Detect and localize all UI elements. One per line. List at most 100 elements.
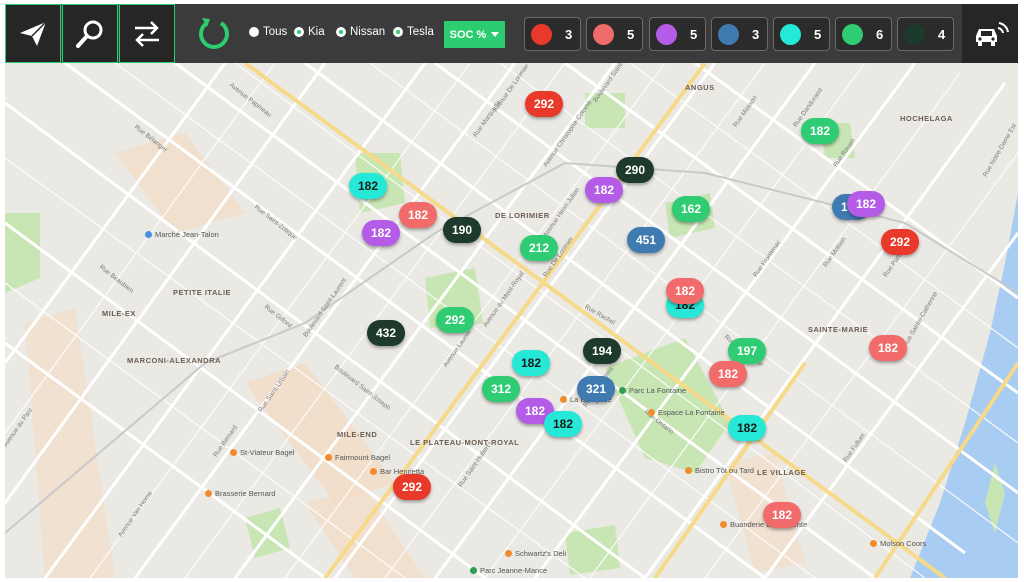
chevron-down-icon — [491, 32, 500, 37]
swap-arrows-icon — [135, 20, 159, 47]
neighborhood-label: SAINTE-MARIE — [808, 325, 869, 334]
charging-station-marker[interactable]: 182 — [869, 335, 907, 361]
filter-label: Nissan — [350, 26, 386, 38]
poi-name: Bistro Tôt ou Tard — [695, 466, 754, 475]
poi-pin-icon — [720, 521, 727, 528]
legend-count: 5 — [627, 26, 635, 42]
charging-station-marker[interactable]: 451 — [627, 227, 665, 253]
charging-station-marker[interactable]: 182 — [512, 350, 550, 376]
charging-station-marker[interactable]: 292 — [436, 307, 474, 333]
car-connected-button[interactable] — [962, 4, 1018, 63]
poi-name: Fairmount Bagel — [335, 453, 391, 462]
paper-plane-icon — [20, 20, 47, 46]
poi-pin-icon — [470, 567, 477, 574]
poi-name: St-Viateur Bagel — [240, 448, 295, 457]
legend-chip[interactable]: 6 — [835, 17, 892, 51]
poi-name: Marché Jean-Talon — [155, 230, 219, 239]
neighborhood-label: MILE-EX — [102, 309, 136, 318]
charging-station-marker[interactable]: 182 — [349, 173, 387, 199]
send-button[interactable] — [5, 4, 61, 63]
poi-pin-icon — [870, 540, 877, 547]
legend-color-dot — [656, 23, 677, 45]
charging-station-marker[interactable]: 182 — [666, 278, 704, 304]
poi-label[interactable]: Molson Coors — [870, 539, 926, 548]
soc-label: SOC % — [449, 28, 487, 41]
poi-label[interactable]: Espace La Fontaine — [648, 408, 725, 417]
filter-kia[interactable]: Kia — [294, 26, 325, 38]
neighborhood-label: PETITE ITALIE — [173, 288, 232, 297]
poi-label[interactable]: Parc La Fontaine — [619, 386, 686, 395]
poi-pin-icon — [325, 454, 332, 461]
poi-label[interactable]: Parc Jeanne-Mance — [470, 566, 547, 575]
charging-station-marker[interactable]: 182 — [399, 202, 437, 228]
legend-color-dot — [842, 23, 863, 45]
charging-station-marker[interactable]: 292 — [393, 474, 431, 500]
charging-station-marker[interactable]: 182 — [763, 502, 801, 528]
legend-color-dot — [904, 23, 925, 45]
poi-name: Parc Jeanne-Mance — [480, 566, 548, 575]
radio-dot — [294, 27, 304, 37]
swap-button[interactable] — [119, 4, 175, 63]
charging-station-marker[interactable]: 182 — [362, 220, 400, 246]
legend-chip[interactable]: 5 — [586, 17, 643, 51]
filter-tesla[interactable]: Tesla — [393, 26, 434, 38]
poi-name: Molson Coors — [880, 539, 927, 548]
charging-station-marker[interactable]: 292 — [525, 91, 563, 117]
charging-station-marker[interactable]: 182 — [585, 177, 623, 203]
poi-label[interactable]: Bistro Tôt ou Tard — [685, 466, 754, 475]
legend-chip[interactable]: 5 — [773, 17, 830, 51]
neighborhood-label: DE LORIMIER — [495, 211, 550, 220]
poi-pin-icon — [619, 387, 626, 394]
filter-nissan[interactable]: Nissan — [336, 26, 385, 38]
legend-chip[interactable]: 5 — [649, 17, 706, 51]
poi-pin-icon — [205, 490, 212, 497]
charging-station-marker[interactable]: 190 — [443, 217, 481, 243]
charging-station-marker[interactable]: 194 — [583, 338, 621, 364]
charging-station-marker[interactable]: 290 — [616, 157, 654, 183]
poi-label[interactable]: Brasserie Bernard — [205, 489, 275, 498]
poi-label[interactable]: Fairmount Bagel — [325, 453, 390, 462]
legend-count: 3 — [565, 26, 573, 42]
charging-station-marker[interactable]: 182 — [709, 361, 747, 387]
poi-name: Brasserie Bernard — [215, 489, 276, 498]
filter-tous[interactable]: Tous — [249, 26, 287, 38]
legend-color-dot — [593, 23, 614, 45]
charging-station-marker[interactable]: 212 — [520, 235, 558, 261]
filter-label: Kia — [308, 26, 325, 38]
poi-name: Espace La Fontaine — [658, 408, 725, 417]
soc-dropdown[interactable]: SOC % — [444, 21, 505, 48]
legend-count: 3 — [752, 26, 760, 42]
poi-pin-icon — [370, 468, 377, 475]
map-view[interactable]: ANGUS HOCHELAGA DE LORIMIER PETITE ITALIE MI… — [5, 63, 1018, 578]
neighborhood-label: LE PLATEAU-MONT-ROYAL — [410, 438, 520, 447]
poi-label[interactable]: Schwartz's Deli — [505, 549, 566, 558]
charging-station-marker[interactable]: 162 — [672, 196, 710, 222]
charging-station-marker[interactable]: 182 — [728, 415, 766, 441]
filter-label: Tesla — [407, 26, 434, 38]
poi-label[interactable]: Marché Jean-Talon — [145, 230, 219, 239]
charging-station-marker[interactable]: 182 — [801, 118, 839, 144]
neighborhood-label: MARCONI-ALEXANDRA — [127, 356, 221, 365]
charging-station-marker[interactable]: 432 — [367, 320, 405, 346]
neighborhood-label: LE VILLAGE — [757, 468, 807, 477]
charging-station-marker[interactable]: 182 — [544, 411, 582, 437]
legend-chip[interactable]: 3 — [524, 17, 581, 51]
search-button[interactable] — [62, 4, 118, 63]
charging-station-marker[interactable]: 321 — [577, 376, 615, 402]
legend-chip[interactable]: 4 — [897, 17, 954, 51]
search-icon — [76, 20, 103, 48]
legend-count: 6 — [876, 26, 884, 42]
charging-station-marker[interactable]: 312 — [482, 376, 520, 402]
neighborhood-label: ANGUS — [685, 83, 715, 92]
car-connected-icon — [976, 21, 1009, 46]
charging-station-marker[interactable]: 182 — [847, 191, 885, 217]
refresh-button[interactable] — [197, 16, 231, 50]
poi-pin-icon — [505, 550, 512, 557]
charging-station-marker[interactable]: 292 — [881, 229, 919, 255]
refresh-icon — [199, 18, 229, 49]
neighborhood-label: HOCHELAGA — [900, 114, 953, 123]
poi-pin-icon — [230, 449, 237, 456]
legend-chip[interactable]: 3 — [711, 17, 768, 51]
poi-pin-icon — [560, 396, 567, 403]
poi-label[interactable]: St-Viateur Bagel — [230, 448, 294, 457]
